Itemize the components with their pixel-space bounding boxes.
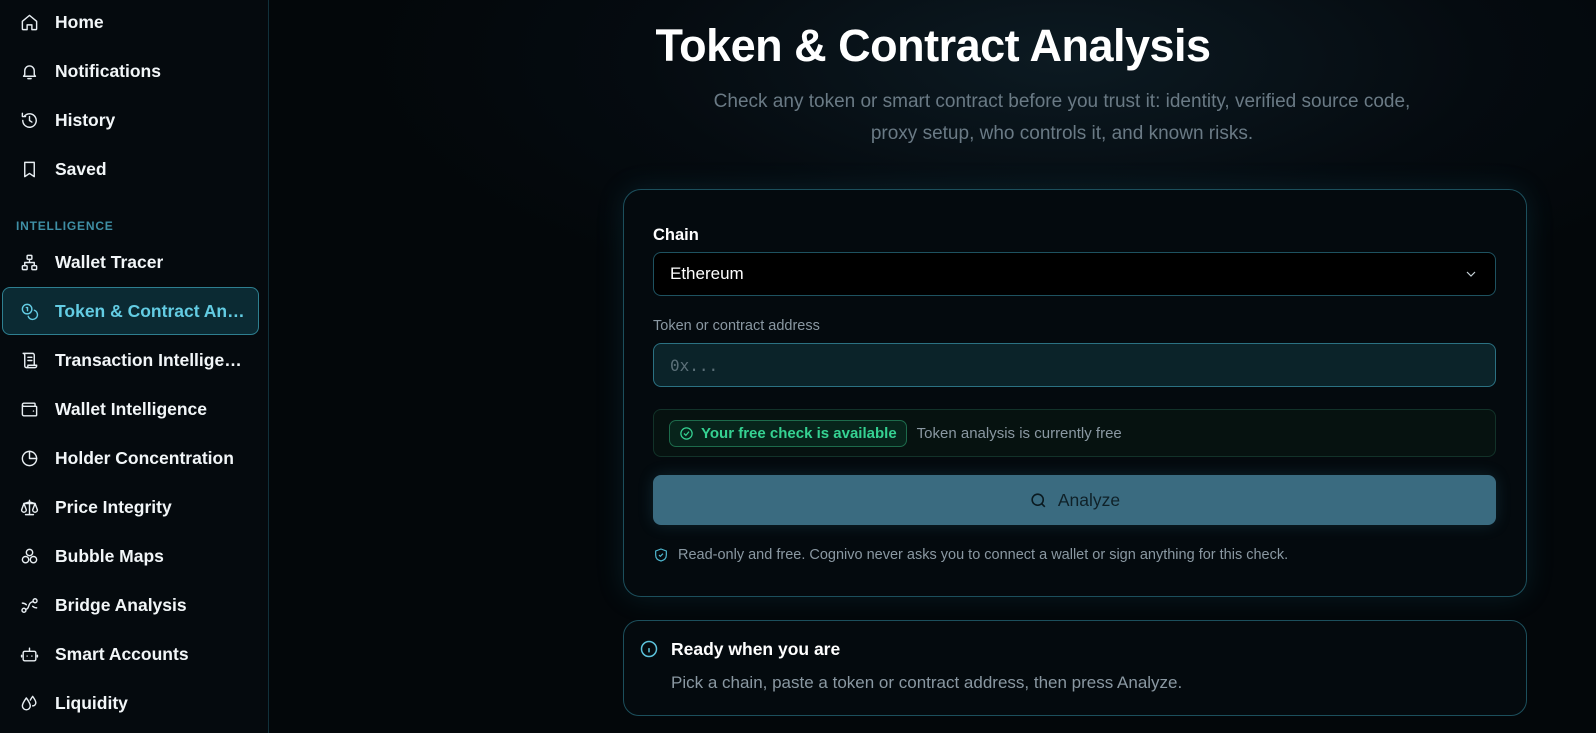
main-content: Token & Contract Analysis Check any toke…	[270, 0, 1596, 733]
sidebar-item-label: Wallet Tracer	[55, 251, 164, 272]
ready-card: Ready when you are Pick a chain, paste a…	[623, 620, 1527, 716]
droplets-icon	[18, 692, 40, 714]
address-input[interactable]	[653, 343, 1496, 387]
sidebar-item-smart-accounts[interactable]: Smart Accounts	[2, 630, 259, 678]
shield-check-icon	[655, 548, 667, 562]
sidebar-item-liquidity[interactable]: Liquidity	[2, 679, 259, 727]
ready-title: Ready when you are	[671, 639, 841, 659]
sidebar-item-holder-concentration[interactable]: Holder Concentration	[2, 434, 259, 482]
chain-select-value: Ethereum	[670, 264, 744, 283]
free-check-badge: Your free check is available	[669, 419, 907, 447]
page-title: Token & Contract Analysis	[655, 20, 1211, 71]
sidebar: Home Notifications History Saved INTELLI…	[0, 0, 269, 733]
read-only-note-text: Read-only and free. Cognivo never asks y…	[678, 547, 1289, 563]
sidebar-item-label: Token & Contract Analysis	[55, 300, 245, 321]
sidebar-item-history[interactable]: History	[2, 96, 259, 144]
bubbles-icon	[18, 545, 40, 567]
bookmark-icon	[18, 158, 40, 180]
wallet-icon	[18, 398, 40, 420]
free-check-badge-text: Your free check is available	[701, 424, 897, 442]
sidebar-item-price-integrity[interactable]: Price Integrity	[2, 483, 259, 531]
sidebar-item-token-contract-analysis[interactable]: Token & Contract Analysis	[2, 287, 259, 335]
sidebar-item-label: History	[55, 109, 116, 130]
chain-select[interactable]: Ethereum	[653, 252, 1496, 296]
sidebar-item-label: Bridge Analysis	[55, 594, 187, 615]
address-label: Token or contract address	[653, 318, 820, 334]
sidebar-item-label: Transaction Intelligence	[55, 349, 245, 370]
route-icon	[18, 594, 40, 616]
search-icon	[1031, 492, 1046, 507]
free-check-banner: Your free check is available Token analy…	[653, 409, 1496, 457]
free-check-text: Token analysis is currently free	[916, 424, 1122, 442]
history-icon	[18, 109, 40, 131]
sidebar-item-label: Home	[55, 11, 104, 32]
analyze-button[interactable]: Analyze	[653, 475, 1496, 525]
scroll-icon	[18, 349, 40, 371]
sidebar-item-label: Smart Accounts	[55, 643, 189, 664]
home-icon	[18, 11, 40, 33]
info-icon	[639, 639, 659, 659]
sidebar-item-label: Notifications	[55, 60, 161, 81]
sidebar-item-saved[interactable]: Saved	[2, 145, 259, 193]
chevron-down-icon	[1466, 271, 1476, 277]
scale-icon	[18, 496, 40, 518]
sidebar-item-label: Price Integrity	[55, 496, 172, 517]
sidebar-item-label: Saved	[55, 158, 107, 179]
read-only-note: Read-only and free. Cognivo never asks y…	[653, 547, 1288, 563]
sidebar-item-label: Liquidity	[55, 692, 128, 713]
check-circle-icon	[680, 426, 693, 440]
sidebar-item-transaction-intelligence[interactable]: Transaction Intelligence	[2, 336, 259, 384]
sidebar-item-bridge-analysis[interactable]: Bridge Analysis	[2, 581, 259, 629]
bot-icon	[18, 643, 40, 665]
sidebar-item-wallet-intelligence[interactable]: Wallet Intelligence	[2, 385, 259, 433]
sidebar-item-label: Holder Concentration	[55, 447, 234, 468]
section-label-intelligence: INTELLIGENCE	[16, 219, 114, 233]
sidebar-item-label: Wallet Intelligence	[55, 398, 208, 419]
page-subtitle: Check any token or smart contract before…	[713, 91, 1411, 144]
coins-icon	[18, 300, 40, 322]
analysis-form-card: Chain Ethereum Token or contract address…	[623, 189, 1527, 597]
ready-text: Pick a chain, paste a token or contract …	[671, 673, 1183, 692]
bell-icon	[18, 60, 40, 82]
sidebar-item-home[interactable]: Home	[2, 0, 259, 46]
network-icon	[18, 251, 40, 273]
sidebar-item-bubble-maps[interactable]: Bubble Maps	[2, 532, 259, 580]
chain-label: Chain	[653, 226, 699, 244]
sidebar-item-label: Bubble Maps	[55, 545, 164, 566]
sidebar-item-notifications[interactable]: Notifications	[2, 47, 259, 95]
analyze-button-label: Analyze	[1057, 489, 1121, 510]
sidebar-item-wallet-tracer[interactable]: Wallet Tracer	[2, 238, 259, 286]
pie-chart-icon	[18, 447, 40, 469]
